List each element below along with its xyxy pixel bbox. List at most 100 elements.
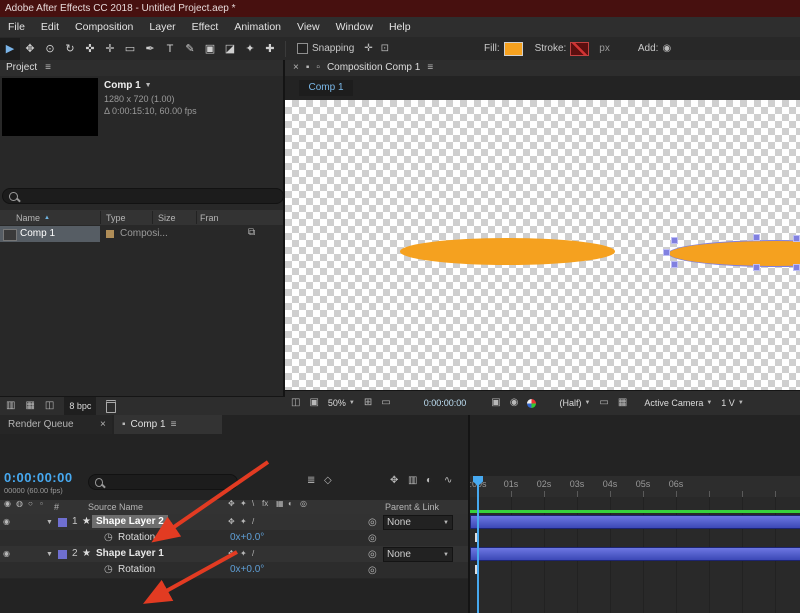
show-snapshot-icon[interactable]: ◉ bbox=[510, 398, 519, 408]
interpret-footage-icon[interactable]: ▥ bbox=[6, 401, 15, 411]
column-divider[interactable] bbox=[100, 211, 101, 224]
layer-name[interactable]: Shape Layer 1 bbox=[96, 546, 164, 562]
playhead-line[interactable] bbox=[477, 476, 479, 613]
solo-icon[interactable]: ○ bbox=[28, 500, 33, 508]
layer-duration-bar-1[interactable] bbox=[470, 515, 800, 529]
shy-switch-icon[interactable]: ✥ bbox=[228, 500, 235, 508]
viewer-timecode[interactable]: 0:00:00:00 bbox=[424, 395, 467, 411]
layer-name[interactable]: Shape Layer 2 bbox=[92, 515, 168, 528]
layer-color-chip[interactable] bbox=[58, 550, 67, 559]
menu-effect[interactable]: Effect bbox=[184, 17, 227, 37]
delete-icon[interactable] bbox=[106, 399, 117, 413]
shape-ellipse-1[interactable] bbox=[400, 238, 615, 265]
eye-icon[interactable]: ◉ bbox=[3, 550, 10, 558]
fill-color-swatch[interactable] bbox=[503, 41, 523, 56]
column-parent-link[interactable]: Parent & Link bbox=[385, 500, 439, 514]
snap-option-a-icon[interactable]: ✛ bbox=[364, 43, 372, 54]
frame-blend-icon[interactable]: ▥ bbox=[408, 476, 417, 486]
shy-switch-icon[interactable]: ✥ bbox=[228, 518, 235, 526]
hide-shy-icon[interactable]: ✥ bbox=[390, 476, 398, 486]
menu-view[interactable]: View bbox=[289, 17, 328, 37]
close-icon[interactable]: × bbox=[293, 63, 299, 73]
clone-stamp-tool-icon[interactable]: ▣ bbox=[200, 38, 220, 60]
project-bit-depth[interactable]: 8 bpc bbox=[64, 397, 97, 415]
snapshot-icon[interactable]: ▣ bbox=[491, 398, 500, 408]
roto-brush-tool-icon[interactable]: ✦ bbox=[240, 38, 260, 60]
twirl-open-icon[interactable]: ▼ bbox=[46, 551, 53, 558]
composition-viewer[interactable] bbox=[285, 100, 800, 390]
eye-icon[interactable]: ◉ bbox=[4, 500, 11, 508]
panel-menu-icon[interactable]: ≡ bbox=[45, 63, 51, 73]
time-ruler[interactable]: :00s 01s 02s 03s 04s 05s 06s bbox=[469, 476, 800, 498]
new-folder-icon[interactable]: ▦ bbox=[25, 401, 34, 411]
lock-icon[interactable]: ▫ bbox=[316, 63, 320, 73]
motion-blur-switch-icon[interactable]: ▦ bbox=[276, 500, 284, 508]
camera-view-dropdown[interactable]: Active Camera ▼ bbox=[644, 395, 712, 411]
pickwhip-icon[interactable]: ◎ bbox=[368, 518, 377, 528]
zoom-tool-icon[interactable]: ⊙ bbox=[40, 38, 60, 60]
quality-switch-icon[interactable]: \ bbox=[252, 500, 254, 508]
timeline-search[interactable] bbox=[88, 474, 238, 490]
show-channels-icon[interactable] bbox=[527, 398, 537, 408]
mini-flowchart-icon[interactable]: ≣ bbox=[307, 476, 315, 486]
parent-dropdown[interactable]: None ▼ bbox=[383, 547, 453, 562]
tab-render-queue[interactable]: Render Queue bbox=[0, 415, 112, 434]
eye-icon[interactable]: ◉ bbox=[3, 518, 10, 526]
panel-menu-icon[interactable]: ≡ bbox=[427, 63, 433, 73]
pan-behind-tool-icon[interactable]: ✛ bbox=[100, 38, 120, 60]
menu-edit[interactable]: Edit bbox=[33, 17, 67, 37]
project-search-input[interactable] bbox=[22, 190, 277, 202]
chevron-down-icon[interactable]: ▼ bbox=[145, 82, 152, 89]
selection-handle[interactable] bbox=[753, 264, 760, 271]
resolution-dropdown[interactable]: (Half) ▼ bbox=[559, 395, 590, 411]
rotation-value[interactable]: 0x+0.0° bbox=[230, 562, 264, 578]
menu-layer[interactable]: Layer bbox=[141, 17, 183, 37]
viewer-tab-comp1[interactable]: Comp 1 bbox=[299, 80, 353, 96]
pickwhip-icon[interactable]: ◎ bbox=[368, 534, 377, 544]
column-name[interactable]: Name bbox=[16, 213, 40, 223]
pickwhip-icon[interactable]: ◎ bbox=[368, 566, 377, 576]
transparency-grid-icon[interactable]: ▦ bbox=[618, 398, 627, 408]
menu-help[interactable]: Help bbox=[381, 17, 419, 37]
composition-flowchart-icon[interactable]: ⧉ bbox=[248, 228, 255, 238]
selection-tool-icon[interactable]: ▶ bbox=[0, 37, 20, 60]
menu-window[interactable]: Window bbox=[328, 17, 381, 37]
graph-editor-icon[interactable]: ∿ bbox=[444, 476, 452, 486]
adjustment-switch-icon[interactable]: ◐ bbox=[288, 500, 293, 508]
snapping-checkbox[interactable] bbox=[297, 43, 308, 54]
column-type[interactable]: Type bbox=[106, 213, 126, 223]
collapse-switch-icon[interactable]: ✦ bbox=[240, 500, 247, 508]
selection-handle[interactable] bbox=[671, 261, 678, 268]
grid-guides-icon[interactable]: ⊞ bbox=[364, 398, 372, 408]
column-index[interactable]: # bbox=[54, 500, 59, 514]
property-name[interactable]: Rotation bbox=[118, 530, 155, 546]
snap-option-b-icon[interactable]: ⊡ bbox=[381, 43, 389, 54]
close-icon[interactable]: × bbox=[100, 420, 106, 430]
new-composition-icon[interactable]: ◫ bbox=[45, 401, 54, 411]
project-row-name[interactable]: Comp 1 bbox=[20, 227, 55, 241]
column-divider[interactable] bbox=[196, 211, 197, 224]
layer-row-2[interactable]: ◉ ▼ 2 ★ Shape Layer 1 ✥ ✦ / ◎ None ▼ bbox=[0, 546, 468, 563]
always-preview-icon[interactable]: ◫ bbox=[291, 398, 300, 408]
current-timecode[interactable]: 0:00:00:00 bbox=[4, 470, 73, 485]
draft-3d-icon[interactable]: ◇ bbox=[324, 476, 332, 486]
pickwhip-icon[interactable]: ◎ bbox=[368, 550, 377, 560]
property-row-rotation-2[interactable]: ◷ Rotation 0x+0.0° ◎ bbox=[0, 562, 468, 579]
project-search[interactable] bbox=[2, 188, 284, 204]
parent-dropdown[interactable]: None ▼ bbox=[383, 515, 453, 530]
snapping-toggle[interactable]: Snapping bbox=[297, 43, 354, 54]
twirl-open-icon[interactable]: ▼ bbox=[46, 519, 53, 526]
shape-tool-icon[interactable]: ▭ bbox=[120, 38, 140, 60]
panel-menu-icon[interactable]: ≡ bbox=[171, 419, 177, 430]
timeline-search-input[interactable] bbox=[108, 476, 231, 488]
composition-tab-label[interactable]: Composition Comp 1 bbox=[327, 60, 420, 76]
layer-duration-bar-2[interactable] bbox=[470, 547, 800, 561]
menu-animation[interactable]: Animation bbox=[226, 17, 289, 37]
shape-ellipse-2-selected[interactable] bbox=[668, 240, 800, 267]
mask-visibility-icon[interactable]: ▭ bbox=[381, 398, 390, 408]
magnification-icon[interactable]: ▣ bbox=[309, 398, 318, 408]
menu-composition[interactable]: Composition bbox=[67, 17, 141, 37]
motion-blur-icon[interactable]: ◐ bbox=[426, 476, 432, 486]
audio-icon[interactable]: ◍ bbox=[16, 500, 23, 508]
type-tool-icon[interactable]: T bbox=[160, 38, 180, 60]
